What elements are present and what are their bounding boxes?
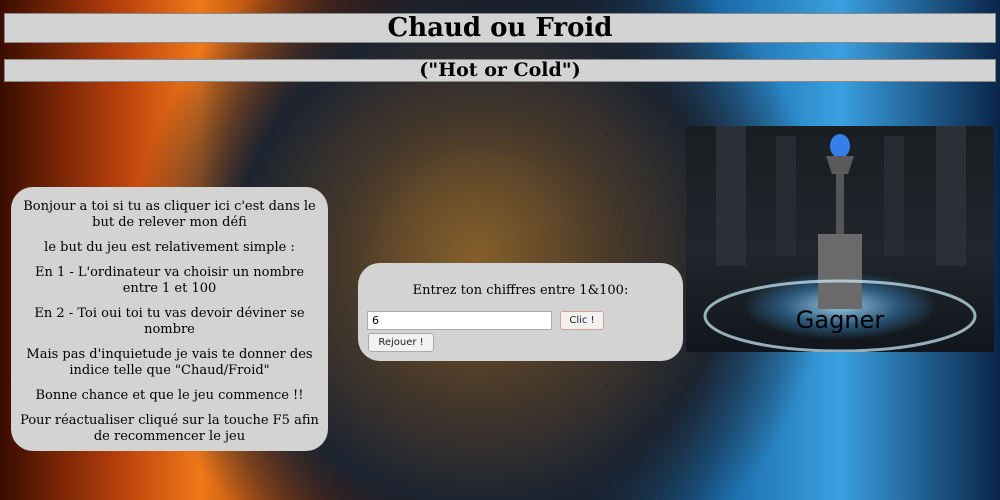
replay-button[interactable]: Rejouer ! xyxy=(368,333,434,352)
rules-paragraph: le but du jeu est relativement simple : xyxy=(44,240,295,255)
page-subtitle: ("Hot or Cold") xyxy=(4,59,996,82)
rules-paragraph: Mais pas d'inquietude je vais te donner … xyxy=(26,347,313,378)
win-label: Gagner xyxy=(795,306,885,334)
win-image: Gagner xyxy=(686,126,994,352)
page-title: Chaud ou Froid xyxy=(4,13,996,43)
rules-paragraph: Bonjour a toi si tu as cliquer ici c'est… xyxy=(23,199,316,230)
rules-paragraph: En 2 - Toi oui toi tu vas devoir déviner… xyxy=(34,306,305,337)
rules-paragraph: Pour réactualiser cliqué sur la touche F… xyxy=(20,413,319,444)
rules-paragraph: Bonne chance et que le jeu commence !! xyxy=(35,388,304,403)
guess-input[interactable] xyxy=(367,311,552,330)
guess-prompt: Entrez ton chiffres entre 1&100: xyxy=(412,283,629,298)
submit-guess-button[interactable]: Clic ! xyxy=(560,311,604,330)
rules-paragraph: En 1 - L'ordinateur va choisir un nombre… xyxy=(34,265,305,296)
rules-panel: Bonjour a toi si tu as cliquer ici c'est… xyxy=(11,187,328,451)
